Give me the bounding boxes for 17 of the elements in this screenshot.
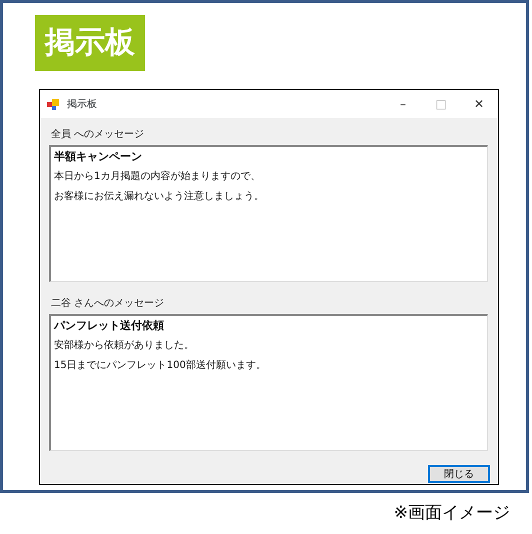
window-title: 掲示板 — [67, 98, 97, 112]
message-subject: 半額キャンペーン — [54, 151, 143, 163]
minimize-button[interactable]: – — [384, 90, 422, 118]
close-button[interactable]: 閉じる — [428, 465, 490, 483]
app-icon — [47, 98, 59, 110]
message-line: 安部様から依頼がありました。 — [54, 340, 195, 352]
message-box[interactable]: 半額キャンペーン 本日から1カ月掲題の内容が始まりますので、 お客様にお伝え漏れないよう注意しましょう。 — [49, 145, 488, 282]
message-subject: パンフレット送付依頼 — [54, 320, 165, 332]
message-label: 全員 へのメッセージ — [51, 128, 146, 142]
message-line: 本日から1カ月掲題の内容が始まりますので、 — [54, 171, 262, 183]
message-box[interactable]: パンフレット送付依頼 安部様から依頼がありました。 15日までにパンフレット100部送付願います。 — [49, 314, 488, 451]
title-badge: 掲示板 — [35, 15, 145, 71]
caption: ※画面イメージ — [394, 503, 510, 523]
message-line: 15日までにパンフレット100部送付願います。 — [54, 360, 267, 372]
message-line: お客様にお伝え漏れないよう注意しましょう。 — [54, 191, 265, 203]
close-button[interactable]: ✕ — [460, 90, 498, 118]
message-label: 二谷 さんへのメッセージ — [51, 297, 166, 311]
